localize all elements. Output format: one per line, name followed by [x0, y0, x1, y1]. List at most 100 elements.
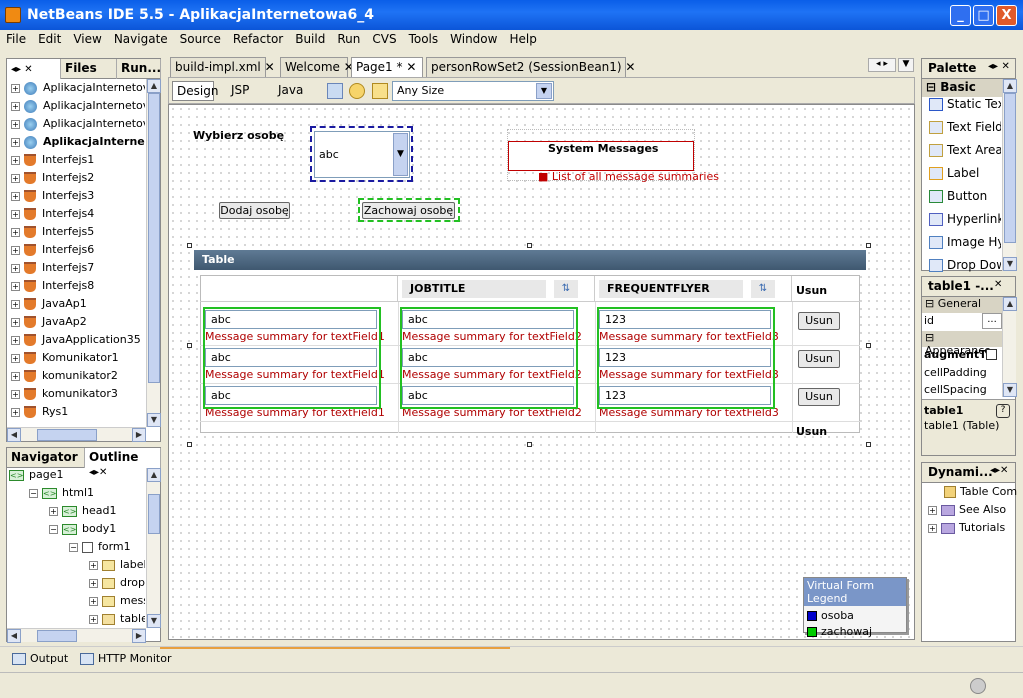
outline-item[interactable]: + messag: [89, 594, 145, 612]
expand-icon[interactable]: +: [49, 506, 58, 516]
scroll-right-icon[interactable]: ▶: [132, 428, 146, 442]
menu-navigate[interactable]: Navigate: [108, 30, 174, 46]
properties-close-icon[interactable]: ✕: [994, 279, 1002, 290]
palette-item[interactable]: Hyperlink: [923, 212, 1001, 235]
project-item[interactable]: + Interfejs1: [11, 153, 145, 171]
expand-icon[interactable]: +: [11, 263, 20, 273]
dynamic-help-close-icon[interactable]: ◂▸✕: [990, 465, 1008, 476]
palette-close-icon[interactable]: ◂▸ ✕: [988, 61, 1010, 72]
scroll-right-icon[interactable]: ▶: [132, 629, 146, 643]
project-item[interactable]: + Interfejs7: [11, 261, 145, 279]
label-wybierz-osobe[interactable]: Wybierz osobę: [193, 129, 284, 142]
selection-handle[interactable]: [187, 442, 192, 447]
outline-vscrollbar[interactable]: ▲ ▼: [146, 468, 161, 628]
chevron-down-icon[interactable]: ▼: [536, 83, 552, 99]
project-item[interactable]: + AplikacjaInternetov: [11, 81, 145, 99]
scroll-down-icon[interactable]: ▼: [147, 614, 161, 628]
minimize-button[interactable]: _: [950, 5, 971, 26]
column-header-frequentflyer[interactable]: FREQUENTFLYER ⇅: [595, 276, 792, 302]
property-cellspacing[interactable]: cellSpacing: [924, 383, 987, 396]
outline-item[interactable]: − <> body1: [49, 522, 145, 540]
menu-view[interactable]: View: [67, 30, 107, 46]
tab-page1[interactable]: Page1 * ✕: [351, 57, 423, 77]
project-item[interactable]: + Interfejs6: [11, 243, 145, 261]
sort-icon[interactable]: ⇅: [751, 280, 775, 298]
scroll-up-icon[interactable]: ▲: [1003, 79, 1017, 93]
menu-cvs[interactable]: CVS: [366, 30, 402, 46]
tab-projects[interactable]: ◂▸ ✕: [7, 59, 61, 79]
expand-icon[interactable]: +: [11, 155, 20, 165]
preview-icon[interactable]: [327, 83, 343, 99]
tab-navigator[interactable]: Navigator: [7, 448, 85, 468]
scroll-thumb[interactable]: [1004, 93, 1016, 243]
column-header-jobtitle[interactable]: JOBTITLE ⇅: [398, 276, 595, 302]
add-person-button[interactable]: Dodaj osobę: [219, 202, 290, 219]
jsp-view-button[interactable]: JSP: [231, 83, 249, 97]
expand-icon[interactable]: +: [89, 614, 98, 624]
projects-vscrollbar[interactable]: ▲ ▼: [146, 79, 161, 427]
maximize-button[interactable]: □: [973, 5, 994, 26]
menu-source[interactable]: Source: [174, 30, 227, 46]
expand-icon[interactable]: +: [89, 596, 98, 606]
selection-handle[interactable]: [866, 343, 871, 348]
palette-item[interactable]: Image Hype: [923, 235, 1001, 258]
tab-runtime[interactable]: Run...: [117, 59, 161, 79]
help-item-table[interactable]: Table Com: [944, 485, 1017, 498]
palette-item[interactable]: Label: [923, 166, 1001, 189]
project-item[interactable]: + komunikator2: [11, 369, 145, 387]
outline-item[interactable]: + dropDc: [89, 576, 145, 594]
hscroll-thumb[interactable]: [37, 630, 77, 642]
augment-checkbox[interactable]: [986, 349, 997, 360]
scroll-up-icon[interactable]: ▲: [1003, 297, 1017, 311]
scroll-down-icon[interactable]: ▼: [1003, 383, 1017, 397]
tab-files[interactable]: Files: [61, 59, 117, 79]
expand-icon[interactable]: +: [11, 389, 20, 399]
menu-window[interactable]: Window: [444, 30, 503, 46]
expand-icon[interactable]: +: [11, 299, 20, 309]
menu-refactor[interactable]: Refactor: [227, 30, 289, 46]
scroll-thumb[interactable]: [148, 494, 160, 534]
outline-item[interactable]: − <> html1: [29, 486, 145, 504]
menu-help[interactable]: Help: [503, 30, 542, 46]
tab-outline[interactable]: Outline ◂▸✕: [85, 448, 161, 478]
project-item[interactable]: + Interfejs5: [11, 225, 145, 243]
table1[interactable]: Table JOBTITLE ⇅ FREQUENTFLYER ⇅ Usun ab…: [194, 250, 866, 438]
project-item[interactable]: + Interfejs2: [11, 171, 145, 189]
outline-item[interactable]: + <> head1: [49, 504, 145, 522]
status-icon[interactable]: [970, 678, 986, 694]
person-dropdown[interactable]: abc ▼: [314, 131, 410, 178]
palette-item[interactable]: Static Text: [923, 97, 1001, 120]
project-item[interactable]: + Interfejs3: [11, 189, 145, 207]
scroll-left-icon[interactable]: ◀: [7, 428, 21, 442]
save-person-button[interactable]: Zachowaj osobę: [362, 202, 455, 219]
menu-edit[interactable]: Edit: [32, 30, 67, 46]
scroll-thumb[interactable]: [148, 93, 160, 383]
projects-hscrollbar[interactable]: ◀ ▶: [7, 427, 146, 442]
expand-icon[interactable]: +: [11, 101, 20, 111]
help-item-see-also[interactable]: + See Also: [928, 503, 1006, 516]
scroll-up-icon[interactable]: ▲: [147, 79, 161, 93]
expand-icon[interactable]: +: [11, 317, 20, 327]
scroll-down-icon[interactable]: ▼: [147, 413, 161, 427]
project-item[interactable]: + komunikator3: [11, 387, 145, 405]
help-icon[interactable]: ?: [996, 404, 1010, 418]
palette-item[interactable]: Button: [923, 189, 1001, 212]
project-item[interactable]: + Interfejs8: [11, 279, 145, 297]
expand-icon[interactable]: +: [11, 209, 20, 219]
selection-handle[interactable]: [187, 343, 192, 348]
tab-scroll-arrows[interactable]: ◂ ▸: [868, 58, 896, 72]
menu-file[interactable]: File: [0, 30, 32, 46]
expand-icon[interactable]: +: [89, 578, 98, 588]
scroll-down-icon[interactable]: ▼: [1003, 257, 1017, 271]
expand-icon[interactable]: +: [89, 560, 98, 570]
expand-icon[interactable]: +: [11, 371, 20, 381]
project-item[interactable]: + AplikacjaInternetov: [11, 117, 145, 135]
delete-row-button[interactable]: Usun: [798, 388, 840, 406]
close-button[interactable]: X: [996, 5, 1017, 26]
outline-item[interactable]: − form1: [69, 540, 145, 558]
selection-handle[interactable]: [527, 243, 532, 248]
property-augment[interactable]: augmentT: [924, 348, 987, 361]
tab-list-dropdown-icon[interactable]: ▼: [898, 58, 914, 72]
expand-icon[interactable]: +: [11, 191, 20, 201]
selection-handle[interactable]: [187, 243, 192, 248]
